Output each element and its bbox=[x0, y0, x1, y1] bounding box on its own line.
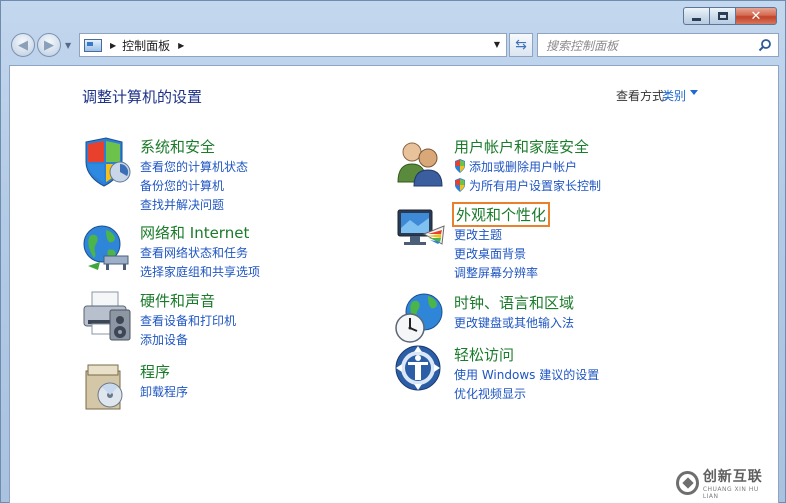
arrow-left-icon: ◀ bbox=[18, 37, 28, 53]
globe-network-icon bbox=[83, 225, 129, 270]
category-title-selected[interactable]: 外观和个性化 bbox=[452, 202, 551, 227]
link-network-status[interactable]: 查看网络状态和任务 bbox=[140, 244, 260, 263]
window-controls: ✕ bbox=[683, 7, 777, 25]
link-troubleshoot[interactable]: 查找并解决问题 bbox=[140, 196, 248, 215]
watermark-icon bbox=[676, 471, 699, 495]
maximize-icon bbox=[717, 12, 728, 20]
category-links: 使用 Windows 建议的设置 优化视频显示 bbox=[454, 366, 599, 404]
close-button[interactable]: ✕ bbox=[735, 7, 777, 25]
watermark-cn: 创新互联 bbox=[702, 469, 763, 485]
category-title[interactable]: 硬件和声音 bbox=[140, 290, 215, 311]
refresh-button[interactable]: ⇆ bbox=[509, 33, 533, 57]
refresh-icon: ⇆ bbox=[515, 37, 527, 53]
address-dropdown-icon[interactable]: ▼ bbox=[494, 40, 500, 49]
content-pane: 调整计算机的设置 查看方式: 类别 系统和安全 查看您的计算机状态 备份您的计算… bbox=[9, 65, 779, 503]
link-uninstall-program[interactable]: 卸载程序 bbox=[140, 383, 188, 402]
search-box[interactable]: 搜索控制面板 bbox=[537, 33, 779, 57]
category-title[interactable]: 程序 bbox=[140, 361, 170, 382]
chevron-down-icon[interactable] bbox=[690, 90, 698, 95]
link-label: 添加或删除用户帐户 bbox=[469, 160, 578, 174]
link-backup-computer[interactable]: 备份您的计算机 bbox=[140, 177, 248, 196]
programs-icon bbox=[85, 364, 123, 410]
ease-of-access-icon bbox=[395, 345, 441, 391]
link-homegroup-sharing[interactable]: 选择家庭组和共享选项 bbox=[140, 263, 260, 282]
category-title[interactable]: 轻松访问 bbox=[454, 344, 514, 365]
category-links: 更改主题 更改桌面背景 调整屏幕分辨率 bbox=[454, 226, 538, 283]
close-icon: ✕ bbox=[750, 8, 762, 24]
link-parental-controls[interactable]: 为所有用户设置家长控制 bbox=[454, 177, 601, 196]
search-input[interactable]: 搜索控制面板 bbox=[546, 37, 618, 54]
category-links: 更改键盘或其他输入法 bbox=[454, 314, 574, 333]
printer-icon bbox=[83, 291, 131, 341]
breadcrumb-separator-icon[interactable]: ▶ bbox=[178, 41, 184, 50]
category-links: 卸载程序 bbox=[140, 383, 188, 402]
category-links: 查看网络状态和任务 选择家庭组和共享选项 bbox=[140, 244, 260, 282]
search-icon[interactable] bbox=[758, 38, 772, 52]
category-title[interactable]: 系统和安全 bbox=[140, 136, 215, 157]
link-change-theme[interactable]: 更改主题 bbox=[454, 226, 538, 245]
shield-icon bbox=[85, 137, 131, 187]
recent-pages-dropdown[interactable]: ▼ bbox=[65, 41, 71, 50]
forward-button[interactable]: ▶ bbox=[37, 33, 61, 57]
navigation-bar: ◀ ▶ ▼ ▶ 控制面板 ▶ ▼ ⇆ 搜索控制面板 bbox=[9, 31, 779, 59]
category-title[interactable]: 用户帐户和家庭安全 bbox=[454, 136, 589, 157]
watermark-en: CHUANG XIN HU LIAN bbox=[702, 486, 759, 500]
page-title: 调整计算机的设置 bbox=[82, 88, 203, 106]
watermark-logo: 创新互联 CHUANG XIN HU LIAN bbox=[676, 466, 772, 500]
minimize-button[interactable] bbox=[683, 7, 709, 25]
link-add-device[interactable]: 添加设备 bbox=[140, 331, 236, 350]
category-links: 添加或删除用户帐户 为所有用户设置家长控制 bbox=[454, 158, 601, 196]
uac-shield-icon bbox=[455, 159, 465, 173]
link-devices-printers[interactable]: 查看设备和打印机 bbox=[140, 312, 236, 331]
monitor-palette-icon bbox=[397, 209, 445, 245]
link-optimize-video-display[interactable]: 优化视频显示 bbox=[454, 385, 599, 404]
category-title[interactable]: 网络和 Internet bbox=[140, 222, 249, 243]
breadcrumb-separator-icon[interactable]: ▶ bbox=[110, 41, 116, 50]
control-panel-window: ✕ ◀ ▶ ▼ ▶ 控制面板 ▶ ▼ ⇆ 搜索控制面板 调整计算机的设置 查看方… bbox=[0, 0, 786, 503]
link-adjust-resolution[interactable]: 调整屏幕分辨率 bbox=[454, 264, 538, 283]
category-links: 查看设备和打印机 添加设备 bbox=[140, 312, 236, 350]
link-label: 为所有用户设置家长控制 bbox=[469, 179, 602, 193]
category-title[interactable]: 时钟、语言和区域 bbox=[454, 292, 574, 313]
link-change-desktop-background[interactable]: 更改桌面背景 bbox=[454, 245, 538, 264]
arrow-right-icon: ▶ bbox=[44, 37, 54, 53]
view-by-dropdown[interactable]: 类别 bbox=[662, 87, 686, 104]
minimize-icon bbox=[692, 17, 701, 21]
users-icon bbox=[397, 142, 443, 187]
breadcrumb-control-panel[interactable]: 控制面板 bbox=[122, 37, 170, 54]
link-windows-suggested-settings[interactable]: 使用 Windows 建议的设置 bbox=[454, 366, 599, 385]
control-panel-icon bbox=[84, 38, 102, 52]
view-by-label: 查看方式: bbox=[615, 89, 668, 103]
link-add-remove-users[interactable]: 添加或删除用户帐户 bbox=[454, 158, 601, 177]
category-links: 查看您的计算机状态 备份您的计算机 查找并解决问题 bbox=[140, 158, 248, 215]
link-view-computer-status[interactable]: 查看您的计算机状态 bbox=[140, 158, 248, 177]
link-change-input-method[interactable]: 更改键盘或其他输入法 bbox=[454, 314, 574, 333]
globe-clock-icon bbox=[395, 293, 443, 343]
watermark-text: 创新互联 CHUANG XIN HU LIAN bbox=[703, 466, 772, 500]
back-button[interactable]: ◀ bbox=[11, 33, 35, 57]
address-bar[interactable]: ▶ 控制面板 ▶ ▼ bbox=[79, 33, 507, 57]
uac-shield-icon bbox=[455, 178, 465, 192]
maximize-button[interactable] bbox=[709, 7, 735, 25]
